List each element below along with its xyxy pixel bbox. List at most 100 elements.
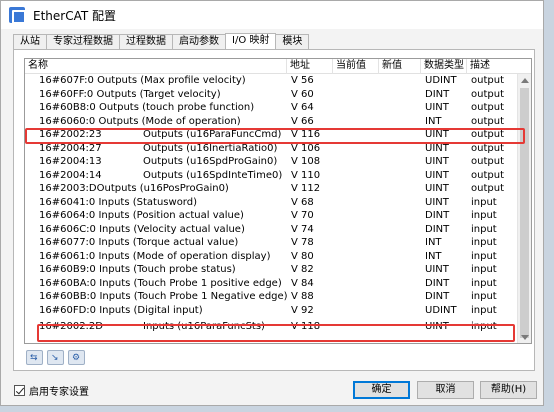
cell-name: 16#2004:13 — [39, 156, 102, 167]
cell-type: UINT — [425, 169, 449, 181]
app-icon — [9, 7, 26, 24]
table-row[interactable]: 16#60FF:0 Outputs (Target velocity) V 60 D… — [25, 88, 517, 102]
cell-name: 16#6064:0 Inputs (Position actual value) — [39, 210, 244, 221]
cell-name: 16#2004:14 — [39, 169, 102, 181]
expert-settings-label[interactable]: 启用专家设置 — [29, 383, 89, 398]
desktop-background-right — [544, 0, 554, 412]
tool-button-1[interactable]: ⇆ — [26, 350, 43, 365]
rows-container: 16#607F:0 Outputs (Max profile velocity)… — [25, 74, 517, 334]
header-new-value[interactable]: 新值 — [379, 59, 421, 74]
cell-type: UINT — [425, 156, 449, 167]
ok-button[interactable]: 确定 — [353, 381, 410, 399]
cell-address: V 74 — [291, 223, 314, 235]
cell-address: V 80 — [291, 250, 314, 262]
cell-desc: input — [471, 196, 497, 208]
cell-address: V 64 — [291, 102, 314, 113]
cell-name: 16#6061:0 Inputs (Mode of operation disp… — [39, 250, 271, 262]
dialog-footer: 启用专家设置 确定 取消 帮助(H) — [1, 373, 543, 407]
ethercat-config-dialog: EtherCAT 配置 从站 专家过程数据 过程数据 启动参数 I/O 映射 模… — [0, 0, 544, 406]
tab-expert-process-data[interactable]: 专家过程数据 — [46, 34, 120, 50]
cell-desc: input — [471, 237, 497, 248]
table-row[interactable]: 16#60BB:0 Inputs (Touch Probe 1 Negative… — [25, 290, 517, 304]
cell-address: V 112 — [291, 183, 321, 194]
vertical-scrollbar[interactable] — [517, 74, 531, 343]
cell-desc: input — [471, 250, 497, 262]
scroll-down-arrow-icon[interactable] — [521, 335, 529, 340]
tool-button-3[interactable]: ⚙ — [68, 350, 85, 365]
cell-name: 16#606C:0 Inputs (Velocity actual value) — [39, 223, 245, 235]
table-row[interactable]: 16#2004:14 Outputs (u16SpdInteTime0) V 110… — [25, 169, 517, 183]
cell-type: DINT — [425, 277, 450, 289]
window-title: EtherCAT 配置 — [33, 8, 117, 23]
help-button[interactable]: 帮助(H) — [480, 381, 537, 399]
cell-address: V 92 — [291, 304, 314, 316]
cell-desc: output — [471, 75, 504, 86]
header-description[interactable]: 描述 — [467, 59, 517, 74]
cell-address: V 78 — [291, 237, 314, 248]
link-icon: ⇆ — [30, 353, 38, 363]
cell-desc: output — [471, 169, 504, 181]
cell-desc: input — [471, 277, 497, 289]
table-row[interactable]: 16#60B9:0 Inputs (Touch probe status) V 8… — [25, 263, 517, 277]
table-row[interactable]: 16#2004:13 Outputs (u16SpdProGain0) V 108 U… — [25, 155, 517, 169]
scrollbar-thumb[interactable] — [520, 88, 529, 338]
tab-slave[interactable]: 从站 — [13, 34, 47, 50]
cell-name: 16#6060:0 Outputs (Mode of operation) — [39, 115, 241, 127]
cell-address: V 56 — [291, 75, 314, 86]
table-row[interactable]: 16#606C:0 Inputs (Velocity actual value)… — [25, 223, 517, 237]
table-row[interactable]: 16#60FD:0 Inputs (Digital input) V 92 UDIN… — [25, 304, 517, 318]
table-row[interactable]: 16#2003:DOutputs (u16PosProGain0) V 112 UI… — [25, 182, 517, 196]
cell-address: V 88 — [291, 291, 314, 302]
tab-process-data[interactable]: 过程数据 — [119, 34, 173, 50]
highlight-box-output-row — [25, 128, 525, 144]
scroll-up-arrow-icon[interactable] — [521, 78, 529, 83]
cell-name: 16#2003:DOutputs (u16PosProGain0) — [39, 183, 229, 194]
header-data-type[interactable]: 数据类型 — [421, 59, 467, 74]
cell-address: V 70 — [291, 210, 314, 221]
table-row[interactable]: 16#6060:0 Outputs (Mode of operation) V 6… — [25, 115, 517, 129]
cell-name: 16#60FD:0 Inputs (Digital input) — [39, 304, 203, 316]
cell-type: UINT — [425, 264, 449, 275]
tab-startup-parameters[interactable]: 启动参数 — [172, 34, 226, 50]
cell-description-text: Outputs (u16SpdProGain0) — [143, 156, 278, 167]
highlight-box-input-row — [37, 324, 515, 342]
cell-type: UDINT — [425, 304, 457, 316]
cell-desc: output — [471, 115, 504, 127]
cell-desc: input — [471, 210, 497, 221]
cell-type: UINT — [425, 102, 449, 113]
header-current-value[interactable]: 当前值 — [333, 59, 379, 74]
table-row[interactable]: 16#607F:0 Outputs (Max profile velocity)… — [25, 74, 517, 88]
cell-desc: output — [471, 183, 504, 194]
cell-type: INT — [425, 237, 442, 248]
table-row[interactable]: 16#6077:0 Inputs (Torque actual value) V … — [25, 236, 517, 250]
io-mapping-list[interactable]: 名称 地址 当前值 新值 数据类型 描述 16#607F:0 Outputs (… — [24, 58, 532, 344]
cell-address: V 60 — [291, 88, 314, 100]
table-row[interactable]: 16#6061:0 Inputs (Mode of operation disp… — [25, 250, 517, 264]
io-mapping-panel: 名称 地址 当前值 新值 数据类型 描述 16#607F:0 Outputs (… — [13, 49, 535, 371]
cell-address: V 110 — [291, 169, 321, 181]
cell-desc: output — [471, 156, 504, 167]
tab-bar: 从站 专家过程数据 过程数据 启动参数 I/O 映射 模块 — [13, 33, 310, 51]
cancel-button[interactable]: 取消 — [417, 381, 474, 399]
cell-description-text: Outputs (u16SpdInteTime0) — [143, 169, 283, 181]
tool-button-2[interactable]: ↘ — [47, 350, 64, 365]
cell-name: 16#607F:0 Outputs (Max profile velocity) — [39, 75, 246, 86]
cell-name: 16#60BA:0 Inputs (Touch Probe 1 positive… — [39, 277, 282, 289]
cell-address: V 66 — [291, 115, 314, 127]
table-row[interactable]: 16#6064:0 Inputs (Position actual value)… — [25, 209, 517, 223]
table-row[interactable]: 16#60B8:0 Outputs (touch probe function)… — [25, 101, 517, 115]
settings-icon: ⚙ — [72, 353, 81, 363]
title-bar: EtherCAT 配置 — [1, 1, 543, 29]
expert-settings-checkbox[interactable] — [14, 385, 25, 396]
cell-type: DINT — [425, 210, 450, 221]
table-row[interactable]: 16#6041:0 Inputs (Statusword) V 68 UINT inp… — [25, 196, 517, 210]
cell-type: DINT — [425, 88, 450, 100]
cell-name: 16#60B9:0 Inputs (Touch probe status) — [39, 264, 236, 275]
header-address[interactable]: 地址 — [287, 59, 333, 74]
tab-modules[interactable]: 模块 — [275, 34, 310, 50]
cell-name: 16#6077:0 Inputs (Torque actual value) — [39, 237, 239, 248]
header-name[interactable]: 名称 — [25, 59, 287, 74]
table-row[interactable]: 16#60BA:0 Inputs (Touch Probe 1 positive… — [25, 277, 517, 291]
cell-name: 16#60BB:0 Inputs (Touch Probe 1 Negative… — [39, 291, 288, 302]
cell-address: V 82 — [291, 264, 314, 275]
